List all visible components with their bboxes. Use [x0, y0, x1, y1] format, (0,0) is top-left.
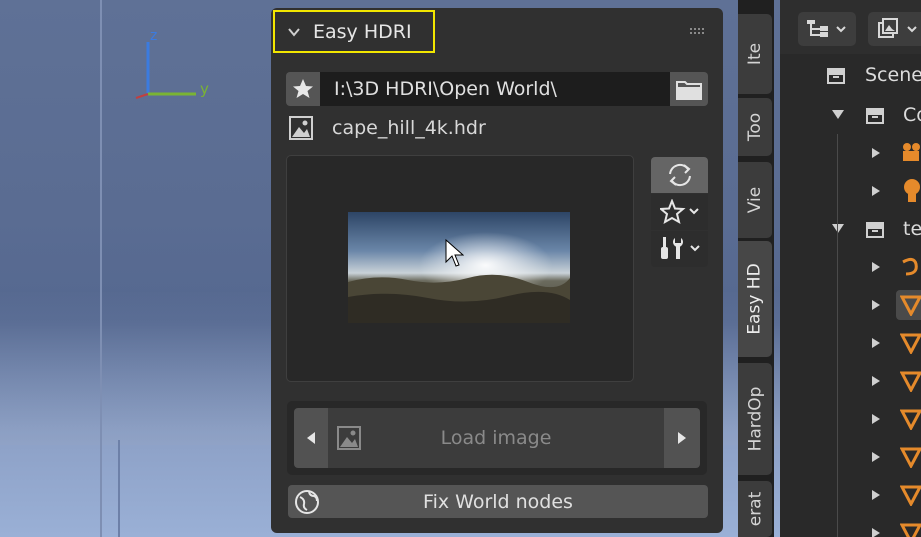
viewport-edge-line: [118, 440, 120, 537]
expand-arrow-icon[interactable]: [872, 262, 880, 272]
mesh-icon: [900, 371, 921, 392]
mouse-cursor-icon: [445, 238, 464, 267]
outliner-mesh-row[interactable]: [780, 514, 921, 537]
outliner-camera-row[interactable]: [780, 134, 921, 172]
tab-label: Ite: [744, 42, 765, 66]
tab-label: HardOp: [745, 386, 766, 452]
hdri-path-field[interactable]: I:\3D HDRI\Open World\: [320, 72, 670, 106]
expand-arrow-icon[interactable]: [872, 338, 880, 348]
light-bulb-icon: [904, 179, 920, 202]
viewport-edge-line: [100, 0, 102, 537]
outliner-mesh-row[interactable]: [780, 286, 921, 324]
outliner-tree-icon: [807, 20, 846, 37]
favorite-menu-button[interactable]: [651, 194, 708, 230]
camera-icon: [903, 143, 920, 161]
mesh-icon: [900, 409, 921, 430]
curve-icon: [902, 257, 918, 276]
image-icon: [289, 116, 313, 140]
hdri-folder-row: I:\3D HDRI\Open World\: [286, 72, 708, 106]
outliner-collection-row[interactable]: te: [780, 210, 921, 248]
current-file-row: cape_hill_4k.hdr: [288, 114, 486, 142]
panel-header[interactable]: Easy HDRI: [273, 10, 435, 53]
collection-icon: [866, 222, 884, 238]
axis-gizmo: z y: [135, 28, 209, 99]
load-image-button[interactable]: Load image: [328, 408, 664, 468]
star-outline-icon: [659, 199, 699, 225]
expand-arrow-icon[interactable]: [872, 528, 880, 537]
expand-arrow-icon[interactable]: [872, 452, 880, 462]
world-icon: [295, 490, 319, 514]
expand-arrow-icon[interactable]: [872, 186, 880, 196]
outliner-curve-row[interactable]: [780, 248, 921, 286]
favorites-button[interactable]: [286, 72, 320, 106]
wrench-screwdriver-icon: [660, 237, 700, 259]
outliner-light-row[interactable]: [780, 172, 921, 210]
outliner-label: Scene: [865, 64, 921, 86]
sidebar-tabs: Ite Too Vie Easy HD HardOp erat: [738, 0, 774, 537]
outliner-collection-row[interactable]: Co: [780, 96, 921, 134]
drag-grip-icon[interactable]: [690, 28, 704, 34]
tab-easy-hdri[interactable]: Easy HD: [738, 241, 772, 357]
axis-z-label: z: [150, 28, 157, 44]
outliner-panel: Scene Co te: [780, 0, 921, 537]
image-icon: [337, 426, 361, 450]
chevron-down-icon: [288, 27, 300, 37]
outliner-tree-line: [837, 134, 838, 537]
fix-world-nodes-label: Fix World nodes: [423, 490, 573, 513]
axis-y-label: y: [200, 80, 209, 98]
outliner-mesh-row[interactable]: [780, 362, 921, 400]
tab-hardops[interactable]: HardOp: [738, 363, 772, 475]
mesh-icon: [900, 295, 921, 316]
image-navigation: Load image: [294, 408, 700, 468]
arrow-right-icon: [678, 432, 686, 444]
next-image-button[interactable]: [664, 408, 700, 468]
outliner-mesh-row[interactable]: [780, 438, 921, 476]
preview-side-buttons: [651, 157, 708, 268]
panel-title: Easy HDRI: [313, 20, 412, 43]
display-mode-dropdown[interactable]: [798, 12, 856, 46]
star-icon: [293, 79, 313, 98]
tab-tool[interactable]: Too: [738, 98, 772, 156]
current-file-name: cape_hill_4k.hdr: [332, 117, 486, 139]
scene-collection-icon: [827, 68, 845, 84]
mesh-icon: [900, 485, 921, 506]
expand-arrow-icon[interactable]: [872, 414, 880, 424]
refresh-button[interactable]: [651, 157, 708, 193]
expand-arrow-icon[interactable]: [872, 300, 880, 310]
expand-arrow-icon[interactable]: [872, 376, 880, 386]
filter-dropdown[interactable]: [868, 12, 921, 46]
folder-icon: [676, 81, 702, 100]
expand-arrow-icon[interactable]: [832, 110, 844, 119]
tab-label: Vie: [744, 186, 765, 214]
collection-icon: [866, 108, 884, 124]
outliner-scene-row[interactable]: Scene: [780, 56, 921, 94]
tab-view[interactable]: Vie: [738, 162, 772, 238]
mesh-icon: [900, 447, 921, 468]
mesh-icon: [900, 523, 921, 537]
outliner-header: [780, 0, 921, 54]
tab-label: Too: [745, 112, 765, 142]
tools-menu-button[interactable]: [651, 231, 708, 267]
outliner-mesh-row[interactable]: [780, 476, 921, 514]
outliner-mesh-row[interactable]: [780, 400, 921, 438]
outliner-label: te: [903, 218, 921, 240]
refresh-icon: [668, 163, 691, 187]
mesh-icon: [900, 333, 921, 354]
tab-label: erat: [745, 491, 765, 527]
fix-world-nodes-button[interactable]: Fix World nodes: [288, 485, 708, 518]
outliner-label: Co: [903, 104, 921, 126]
expand-arrow-icon[interactable]: [872, 148, 880, 158]
tab-generate[interactable]: erat: [738, 481, 772, 537]
image-stack-icon: [878, 18, 917, 38]
arrow-left-icon: [307, 432, 315, 444]
browse-folder-button[interactable]: [670, 72, 708, 106]
previous-image-button[interactable]: [294, 408, 328, 468]
tab-label: Easy HD: [745, 263, 766, 335]
expand-arrow-icon[interactable]: [872, 490, 880, 500]
outliner-mesh-row[interactable]: [780, 324, 921, 362]
expand-arrow-icon[interactable]: [832, 224, 844, 233]
load-image-label: Load image: [440, 427, 552, 449]
tab-item[interactable]: Ite: [738, 14, 772, 94]
